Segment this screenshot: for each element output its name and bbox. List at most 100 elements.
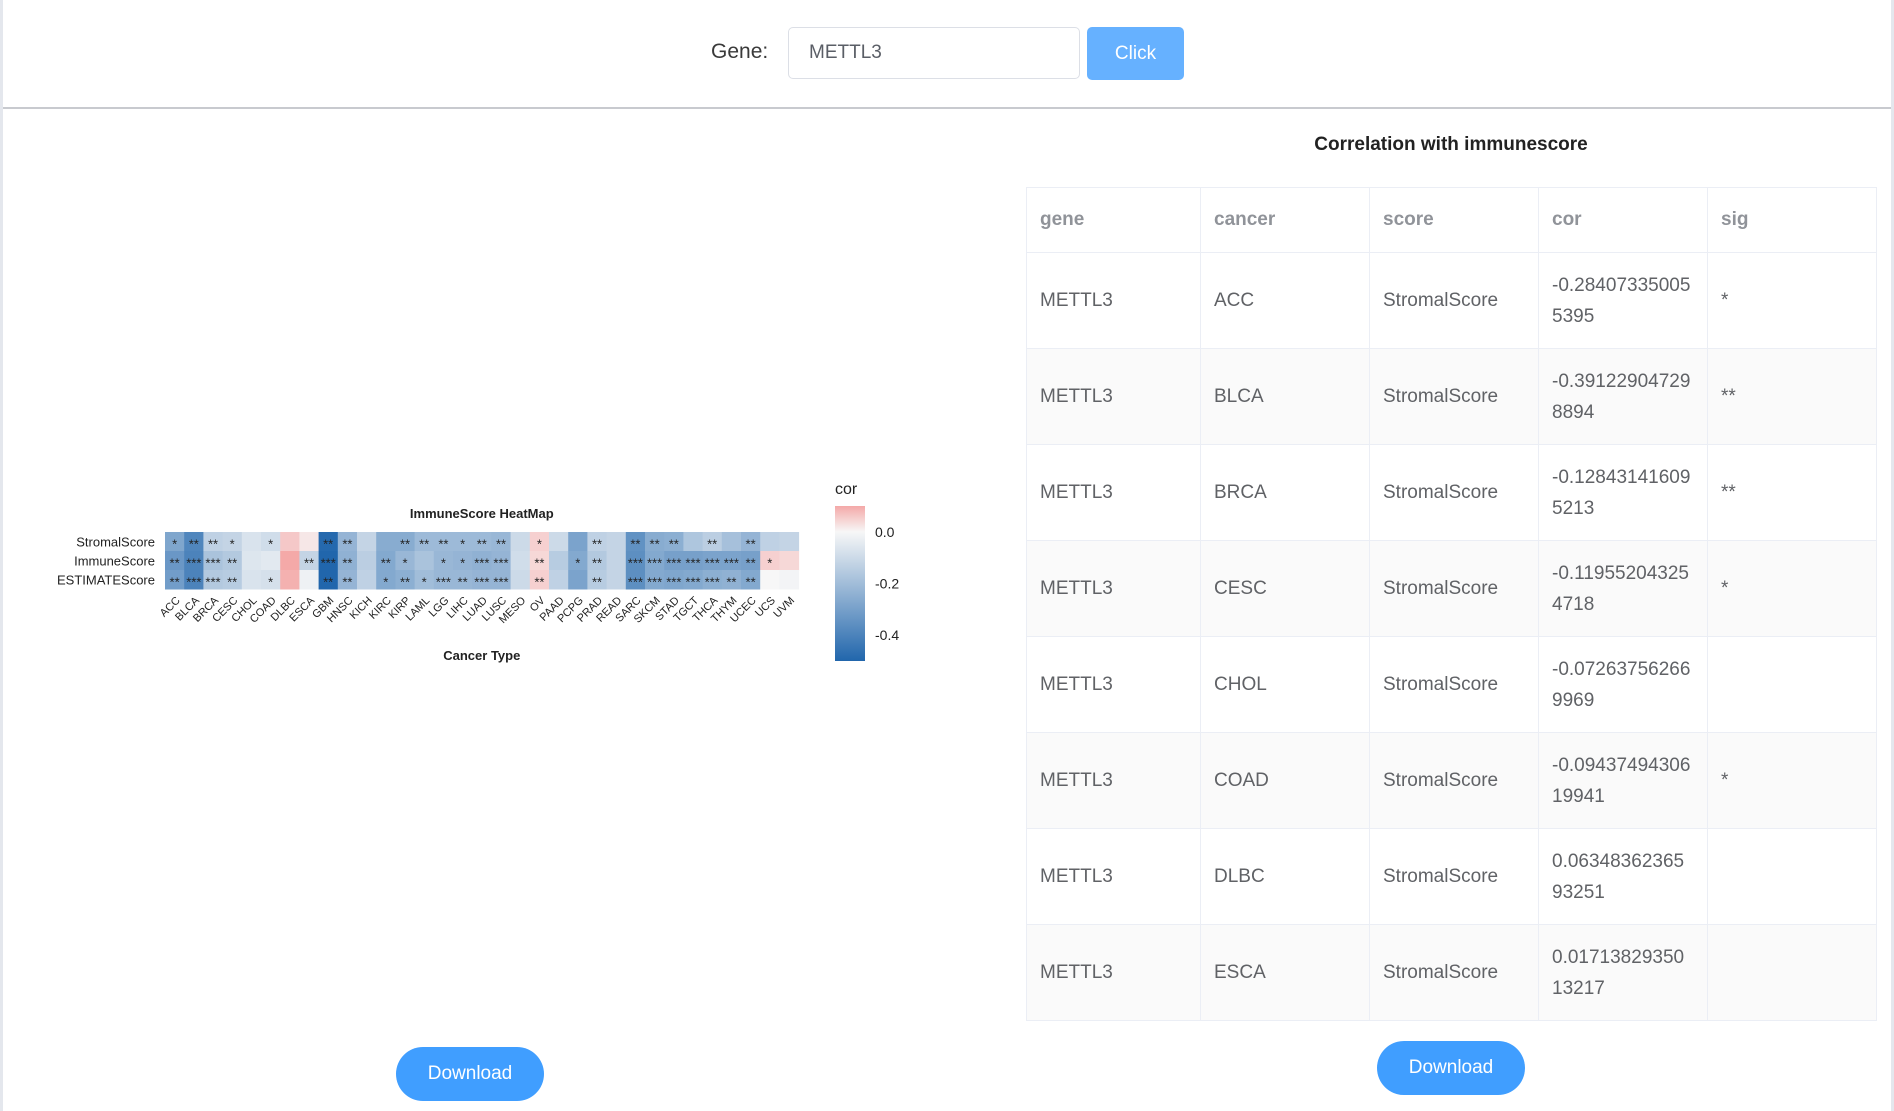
- search-bar: Gene: Click: [0, 0, 1894, 108]
- heatmap-cell: [241, 551, 262, 571]
- heatmap-sig-mark: ***: [493, 575, 508, 590]
- cell-cancer: CHOL: [1200, 636, 1370, 733]
- heatmap-download-button[interactable]: Download: [396, 1047, 544, 1101]
- heatmap-sig-mark: *: [441, 556, 446, 571]
- header-sig[interactable]: sig: [1707, 187, 1877, 253]
- heatmap-chart: ImmuneScore HeatMap StromalScore ImmuneSco…: [57, 481, 899, 663]
- heatmap-sig-mark: ***: [666, 575, 681, 590]
- frame-left-border: [0, 0, 3, 1111]
- header-cor[interactable]: cor: [1538, 187, 1708, 253]
- cell-score: StromalScore: [1369, 252, 1539, 349]
- heatmap-sig-mark: ***: [647, 556, 662, 571]
- heatmap-sig-mark: *: [383, 575, 388, 590]
- heatmap-sig-mark: **: [592, 537, 602, 552]
- heatmap-sig-mark: ***: [186, 575, 201, 590]
- heatmap-sig-mark: **: [726, 575, 736, 590]
- heatmap-cell: [510, 532, 531, 552]
- heatmap-sig-mark: *: [268, 537, 273, 552]
- heatmap-sig-mark: ***: [493, 556, 508, 571]
- click-button[interactable]: Click: [1087, 27, 1184, 80]
- cell-score: StromalScore: [1369, 444, 1539, 541]
- heatmap-sig-mark: **: [534, 575, 544, 590]
- cell-gene: METTL3: [1026, 636, 1201, 733]
- cell-cancer: DLBC: [1200, 828, 1370, 925]
- heatmap-sig-mark: **: [400, 575, 410, 590]
- cell-cor: -0.284073350055395: [1538, 252, 1708, 349]
- heatmap-cell: [510, 551, 531, 571]
- correlation-table: gene cancer score cor sig METTL3 ACC Str…: [1026, 187, 1877, 1021]
- heatmap-sig-mark: **: [342, 556, 352, 571]
- heatmap-sig-mark: ***: [474, 575, 489, 590]
- heatmap-sig-mark: **: [534, 556, 544, 571]
- heatmap-sig-mark: *: [537, 537, 542, 552]
- heatmap-cell: [357, 570, 377, 590]
- heatmap-cell: [606, 570, 627, 590]
- heatmap-sig-mark: **: [419, 537, 429, 552]
- heatmap-cell: [549, 570, 569, 590]
- cell-cor: -0.128431416095213: [1538, 444, 1708, 541]
- cell-gene: METTL3: [1026, 540, 1201, 637]
- colorbar-tick-label: 0.0: [875, 524, 895, 540]
- heatmap-sig-mark: **: [342, 537, 352, 552]
- cell-gene: METTL3: [1026, 828, 1201, 925]
- heatmap-cell: [510, 570, 531, 590]
- heatmap-sig-mark: ***: [685, 575, 700, 590]
- heatmap-cell: [606, 532, 627, 552]
- heatmap-sig-mark: **: [746, 537, 756, 552]
- heatmap-sig-mark: **: [669, 537, 679, 552]
- cell-cancer: COAD: [1200, 732, 1370, 829]
- cell-cor: 0.0634836236593251: [1538, 828, 1708, 925]
- heatmap-sig-mark: ***: [628, 556, 643, 571]
- table-title: Correlation with immunescore: [1314, 134, 1588, 155]
- cell-score: StromalScore: [1369, 924, 1539, 1021]
- heatmap-sig-mark: **: [630, 537, 640, 552]
- heatmap-sig-mark: *: [422, 575, 427, 590]
- heatmap-sig-mark: *: [460, 556, 465, 571]
- table-row: METTL3 CHOL StromalScore -0.072637562669…: [1026, 636, 1877, 733]
- cell-sig: *: [1707, 540, 1877, 637]
- table-row: METTL3 ESCA StromalScore 0.0171382935013…: [1026, 924, 1877, 1021]
- heatmap-col-label: UVM: [771, 595, 797, 621]
- heatmap-sig-mark: ***: [647, 575, 662, 590]
- heatmap-cell: [414, 551, 435, 571]
- cell-gene: METTL3: [1026, 444, 1201, 541]
- cell-sig: [1707, 924, 1877, 1021]
- heatmap-cell: [606, 551, 627, 571]
- heatmap-cell: [549, 551, 569, 571]
- cell-sig: **: [1707, 348, 1877, 445]
- gene-input[interactable]: [788, 27, 1080, 79]
- table-download-button[interactable]: Download: [1377, 1041, 1525, 1095]
- heatmap-sig-mark: *: [172, 537, 177, 552]
- heatmap-sig-mark: ***: [705, 575, 720, 590]
- cell-gene: METTL3: [1026, 732, 1201, 829]
- cell-sig: [1707, 636, 1877, 733]
- heatmap-sig-mark: **: [438, 537, 448, 552]
- heatmap-sig-mark: ***: [685, 556, 700, 571]
- table-row: METTL3 ACC StromalScore -0.2840733500553…: [1026, 252, 1877, 349]
- heatmap-sig-mark: **: [304, 556, 314, 571]
- heatmap-sig-mark: **: [170, 556, 180, 571]
- heatmap-sig-mark: *: [268, 575, 273, 590]
- heatmap-sig-mark: **: [208, 537, 218, 552]
- cell-score: StromalScore: [1369, 828, 1539, 925]
- cell-sig: **: [1707, 444, 1877, 541]
- heatmap-cell: [721, 532, 742, 552]
- heatmap-cell: [683, 532, 704, 552]
- heatmap-sig-mark: **: [496, 537, 506, 552]
- header-gene[interactable]: gene: [1026, 187, 1201, 253]
- cell-score: StromalScore: [1369, 732, 1539, 829]
- cell-cancer: ACC: [1200, 252, 1370, 349]
- table-row: METTL3 BLCA StromalScore -0.391229047298…: [1026, 348, 1877, 445]
- cell-cor: -0.072637562669969: [1538, 636, 1708, 733]
- colorbar-title: cor: [835, 481, 858, 498]
- header-score[interactable]: score: [1369, 187, 1539, 253]
- cell-cancer: BRCA: [1200, 444, 1370, 541]
- heatmap-sig-mark: *: [575, 556, 580, 571]
- heatmap-sig-mark: *: [767, 556, 772, 571]
- cell-cancer: ESCA: [1200, 924, 1370, 1021]
- header-cancer[interactable]: cancer: [1200, 187, 1370, 253]
- heatmap-sig-mark: ***: [205, 575, 220, 590]
- heatmap-sig-mark: *: [230, 537, 235, 552]
- cell-cor: -0.391229047298894: [1538, 348, 1708, 445]
- cell-sig: *: [1707, 252, 1877, 349]
